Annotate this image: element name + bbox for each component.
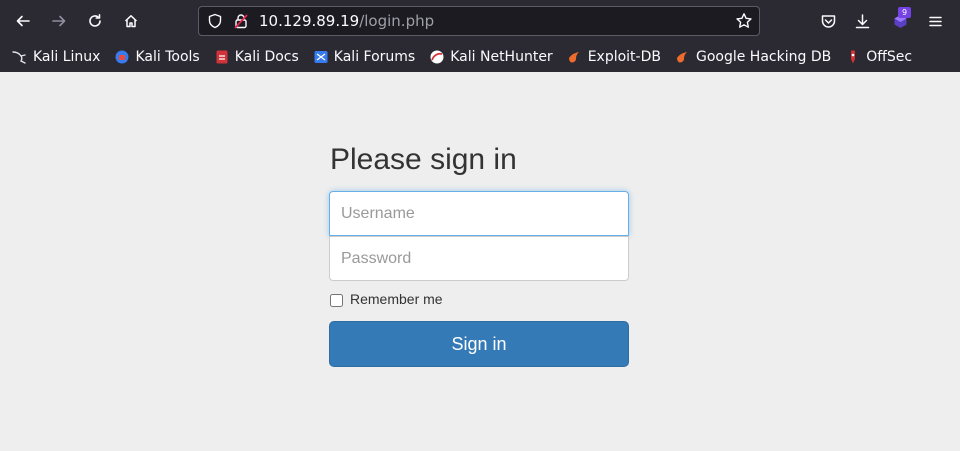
bookmark-label: Kali Tools (135, 49, 200, 65)
home-icon (124, 15, 138, 28)
bookmark-google-hacking-db[interactable]: Google Hacking DB (673, 46, 833, 68)
home-button[interactable] (117, 7, 145, 35)
bookmark-kali-forums[interactable]: Kali Forums (311, 46, 417, 68)
browser-toolbar: 10.129.89.19/login.php 9 (0, 0, 960, 42)
bookmark-kali-docs[interactable]: Kali Docs (212, 46, 301, 68)
page-title: Please sign in (330, 143, 517, 176)
bookmark-label: Exploit-DB (587, 49, 661, 65)
url-path: /login.php (359, 12, 435, 30)
page-content: Please sign in Remember me Sign in (0, 72, 960, 451)
remember-me-checkbox[interactable] (330, 294, 343, 307)
pocket-button[interactable] (815, 8, 841, 34)
ghdb-icon (675, 49, 691, 65)
bookmark-exploit-db[interactable]: Exploit-DB (565, 46, 663, 68)
sign-in-button[interactable]: Sign in (329, 321, 629, 367)
bookmarks-toolbar: Kali Linux Kali Tools Kali Docs Kali For… (0, 42, 960, 72)
hamburger-menu-icon (928, 16, 942, 26)
bookmark-label: Google Hacking DB (695, 49, 832, 65)
download-icon (855, 13, 869, 28)
kali-forums-icon (313, 49, 329, 65)
bookmark-label: Kali NetHunter (450, 49, 553, 65)
remember-me-text: Remember me (350, 290, 443, 307)
remember-me-label[interactable]: Remember me (330, 290, 443, 307)
bookmark-kali-nethunter[interactable]: Kali NetHunter (427, 46, 554, 68)
reload-button[interactable] (81, 7, 109, 35)
bookmark-star-icon[interactable] (735, 12, 753, 30)
bookmark-offsec[interactable]: OffSec (843, 46, 914, 68)
downloads-button[interactable] (849, 8, 875, 34)
menu-button[interactable] (922, 8, 948, 34)
password-input[interactable] (329, 236, 629, 281)
kali-nethunter-icon (429, 49, 445, 65)
kali-dragon-icon (12, 49, 28, 65)
arrow-right-icon (52, 15, 66, 27)
shield-icon[interactable] (207, 13, 223, 29)
extension-badge: 9 (898, 7, 911, 18)
bookmark-label: Kali Linux (33, 49, 101, 65)
username-input[interactable] (329, 191, 629, 236)
back-button[interactable] (9, 7, 37, 35)
bookmark-label: Kali Forums (333, 49, 416, 65)
url-bar[interactable]: 10.129.89.19/login.php (198, 6, 760, 36)
arrow-left-icon (16, 15, 30, 27)
bookmark-kali-linux[interactable]: Kali Linux (10, 46, 102, 68)
offsec-icon (845, 49, 861, 65)
reload-icon (89, 14, 101, 27)
url-host: 10.129.89.19 (259, 12, 360, 30)
exploit-db-icon (567, 49, 583, 65)
pocket-icon (821, 14, 835, 28)
bookmark-label: OffSec (866, 49, 913, 65)
kali-tools-icon (114, 49, 130, 65)
bookmark-kali-tools[interactable]: Kali Tools (112, 46, 201, 68)
kali-docs-icon (214, 49, 230, 65)
url-text[interactable]: 10.129.89.19/login.php (259, 12, 434, 30)
forward-button[interactable] (45, 7, 73, 35)
bookmark-label: Kali Docs (234, 49, 299, 65)
insecure-lock-icon[interactable] (233, 13, 249, 29)
